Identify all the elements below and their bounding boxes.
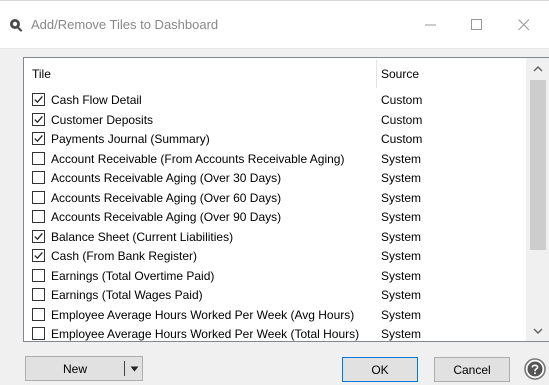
tile-source: System — [381, 307, 422, 322]
app-icon — [9, 18, 23, 32]
tile-name: Cash (From Bank Register) — [51, 249, 198, 263]
tile-name: Payments Journal (Summary) — [51, 132, 210, 146]
scroll-down-icon[interactable] — [526, 321, 549, 341]
window-title: Add/Remove Tiles to Dashboard — [31, 17, 219, 32]
split-separator — [124, 361, 125, 376]
tile-checkbox[interactable] — [32, 93, 45, 106]
title-bar: Add/Remove Tiles to Dashboard — [0, 0, 549, 49]
column-divider[interactable] — [376, 60, 377, 88]
tile-checkbox[interactable] — [32, 190, 45, 204]
minimize-icon[interactable] — [414, 12, 448, 38]
tile-checkbox[interactable] — [32, 151, 45, 165]
tile-source: System — [381, 327, 422, 341]
tile-name: Earnings (Total Overtime Paid) — [51, 268, 215, 283]
tile-name: Earnings (Total Wages Paid) — [51, 288, 203, 302]
tile-source: System — [381, 268, 422, 283]
tile-name: Accounts Receivable Aging (Over 30 Days) — [51, 171, 282, 185]
table-row[interactable]: Employee Average Hours Worked Per Week (… — [24, 305, 526, 325]
table-row[interactable]: Balance Sheet (Current Liabilities) Syste… — [24, 227, 526, 247]
table-row[interactable]: Accounts Receivable Aging (Over 30 Days)… — [24, 168, 526, 188]
tile-checkbox[interactable] — [32, 210, 45, 223]
tile-checkbox[interactable] — [32, 268, 45, 282]
tile-source: System — [381, 210, 422, 224]
tile-source: System — [381, 249, 422, 263]
tile-checkbox[interactable] — [32, 327, 45, 340]
tile-source: Custom — [381, 132, 423, 146]
tile-name: Account Receivable (From Accounts Receiv… — [51, 151, 345, 166]
tile-name: Accounts Receivable Aging (Over 60 Days) — [51, 190, 282, 205]
list-header: Tile Source — [24, 58, 526, 90]
tile-name: Balance Sheet (Current Liabilities) — [51, 229, 234, 244]
tile-source: System — [381, 151, 422, 166]
help-icon[interactable] — [524, 358, 546, 380]
tile-checkbox[interactable] — [32, 132, 45, 145]
tile-name: Customer Deposits — [51, 112, 154, 127]
tile-checkbox[interactable] — [32, 229, 45, 243]
tile-source: System — [381, 190, 422, 205]
vertical-scrollbar[interactable] — [526, 58, 549, 341]
close-icon[interactable] — [507, 12, 541, 38]
tiles-list[interactable]: Tile Source Cash Flow Detail Custom Custom… — [23, 57, 549, 342]
tile-checkbox[interactable] — [32, 307, 45, 321]
tile-source: Custom — [381, 112, 423, 127]
tile-name: Accounts Receivable Aging (Over 90 Days) — [51, 210, 282, 224]
table-row[interactable]: Customer Deposits Custom — [24, 110, 526, 130]
tile-source: Custom — [381, 93, 423, 107]
tile-checkbox[interactable] — [32, 249, 45, 262]
new-button[interactable]: New — [26, 357, 124, 380]
table-row[interactable]: Payments Journal (Summary) Custom — [24, 129, 526, 149]
tile-checkbox[interactable] — [32, 288, 45, 301]
ok-button[interactable]: OK — [342, 357, 418, 382]
cancel-button[interactable]: Cancel — [434, 357, 510, 382]
tile-name: Employee Average Hours Worked Per Week (… — [51, 327, 360, 341]
table-row[interactable]: Cash (From Bank Register) System — [24, 246, 526, 266]
new-split-button[interactable]: New — [25, 356, 143, 381]
add-remove-tiles-dialog: Add/Remove Tiles to Dashboard Tile Sourc… — [0, 0, 549, 385]
scroll-up-icon[interactable] — [526, 58, 549, 78]
tile-name: Employee Average Hours Worked Per Week (… — [51, 307, 355, 322]
tile-source: System — [381, 288, 422, 302]
table-row[interactable]: Accounts Receivable Aging (Over 90 Days)… — [24, 207, 526, 227]
tile-name: Cash Flow Detail — [51, 93, 142, 107]
scrollbar-thumb[interactable] — [530, 80, 546, 250]
table-row[interactable]: Earnings (Total Overtime Paid) System — [24, 266, 526, 286]
table-row[interactable]: Account Receivable (From Accounts Receiv… — [24, 149, 526, 169]
table-row[interactable]: Earnings (Total Wages Paid) System — [24, 285, 526, 305]
top-edge — [0, 0, 549, 1]
tile-rows: Cash Flow Detail Custom Customer Deposits C… — [24, 90, 526, 341]
table-row[interactable]: Employee Average Hours Worked Per Week (… — [24, 324, 526, 341]
tile-checkbox[interactable] — [32, 112, 45, 126]
maximize-icon[interactable] — [460, 12, 494, 38]
tile-source: System — [381, 229, 422, 244]
column-header-tile[interactable]: Tile — [32, 67, 51, 81]
column-header-source[interactable]: Source — [381, 67, 419, 81]
chevron-down-icon[interactable] — [126, 357, 142, 380]
tile-source: System — [381, 171, 422, 185]
table-row[interactable]: Accounts Receivable Aging (Over 60 Days)… — [24, 188, 526, 208]
table-row[interactable]: Cash Flow Detail Custom — [24, 90, 526, 110]
tile-checkbox[interactable] — [32, 171, 45, 184]
